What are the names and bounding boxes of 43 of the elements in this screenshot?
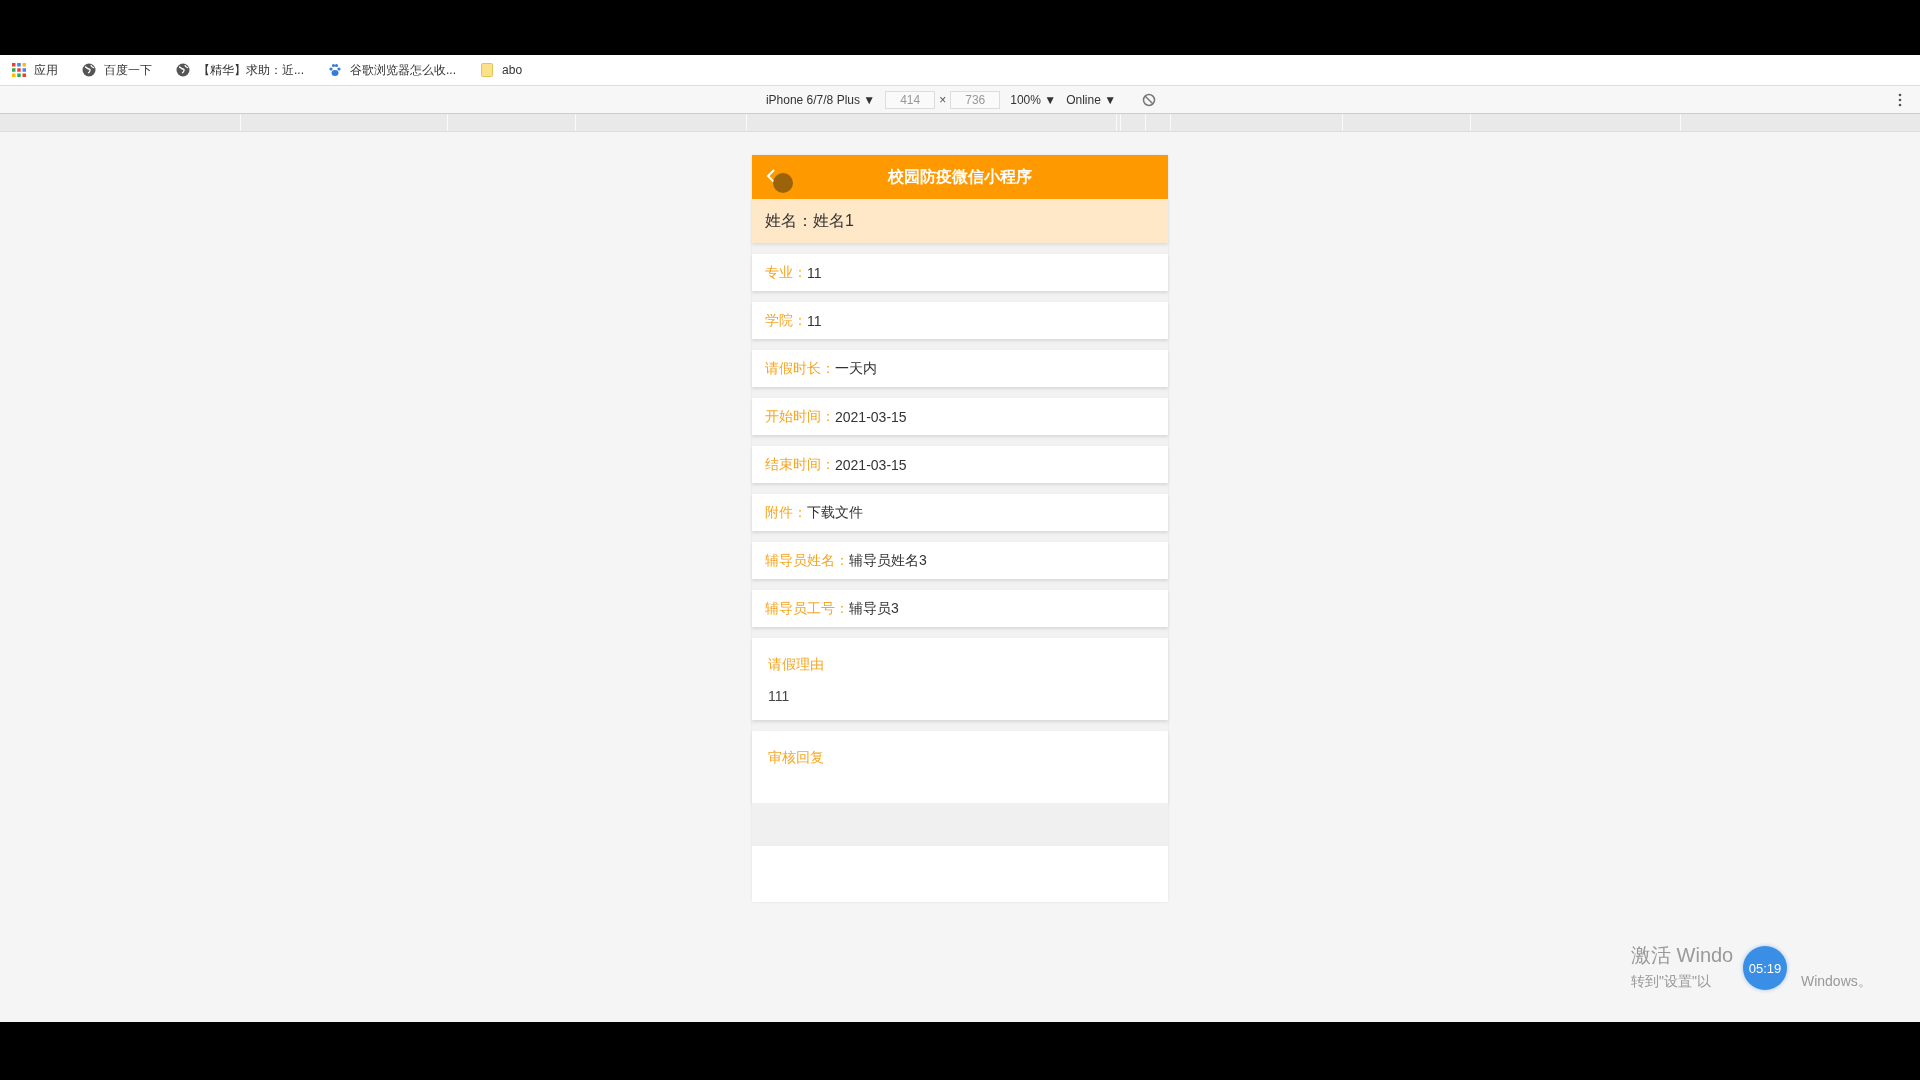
field-label: 附件：: [765, 503, 807, 522]
activation-hint: Windows。: [1800, 973, 1872, 991]
field-label: 开始时间：: [765, 407, 835, 426]
field-label: 辅导员工号：: [765, 599, 849, 618]
field-label: 专业：: [765, 263, 807, 282]
name-label: 姓名：: [765, 210, 813, 231]
name-value: 姓名1: [813, 210, 854, 231]
field-value: 下载文件: [807, 503, 863, 522]
field-value: 2021-03-15: [835, 456, 907, 473]
bookmark[interactable]: 谷歌浏览器怎么收...: [328, 61, 457, 79]
network-dropdown[interactable]: Online ▼: [1066, 92, 1117, 107]
bookmark[interactable]: 应用: [12, 61, 58, 79]
app-title: 校园防疫微信小程序: [888, 166, 1032, 187]
globe-icon: [176, 63, 190, 77]
bookmark[interactable]: abo: [480, 63, 523, 77]
activation-hint: 转到"设置"以: [1631, 973, 1711, 991]
field-label: 结束时间：: [765, 455, 835, 474]
bookmark[interactable]: 百度一下: [82, 61, 152, 79]
activation-title: 激活 Windo: [1631, 943, 1734, 968]
dimension-separator: ×: [939, 92, 947, 107]
field-label: 辅导员姓名：: [765, 551, 849, 570]
field-value: 2021-03-15: [835, 408, 907, 425]
timer-badge: 05:19: [1743, 946, 1787, 990]
section-text: 111: [768, 688, 791, 704]
paw-icon: [328, 63, 342, 77]
field-value: 辅导员姓名3: [849, 551, 927, 570]
section-title: 请假理由: [768, 656, 825, 674]
device-dropdown[interactable]: iPhone 6/7/8 Plus ▼: [765, 92, 876, 107]
back-icon[interactable]: [766, 168, 776, 184]
field-value: 11: [807, 264, 822, 281]
field-value: 辅导员3: [849, 599, 899, 618]
apps-grid-icon: [12, 63, 26, 77]
field-value: 一天内: [835, 359, 877, 378]
section-title: 审核回复: [768, 749, 825, 767]
rotate-icon[interactable]: [1142, 92, 1157, 107]
field-label: 请假时长：: [765, 359, 835, 378]
globe-icon: [82, 63, 96, 77]
zoom-dropdown[interactable]: 100% ▼: [1010, 92, 1057, 107]
field-label: 学院：: [765, 311, 807, 330]
bookmark[interactable]: 【精华】求助：近...: [176, 61, 304, 79]
field-value: 11: [807, 312, 822, 329]
more-icon[interactable]: [1898, 92, 1902, 107]
folder-icon: [480, 63, 495, 77]
